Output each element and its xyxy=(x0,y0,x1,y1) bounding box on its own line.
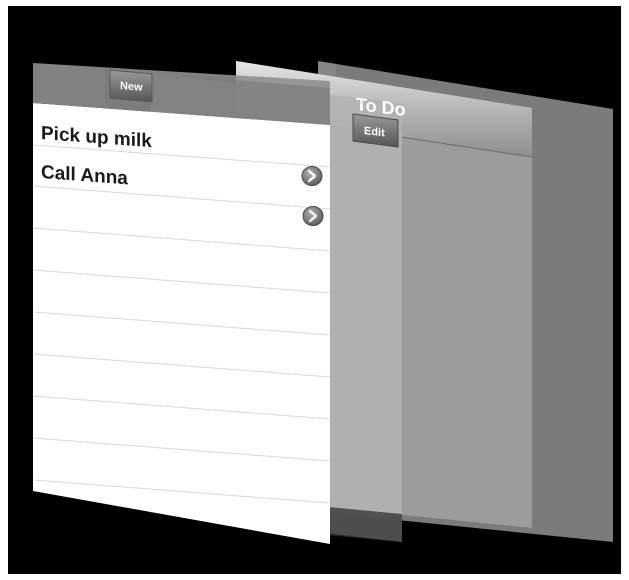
edit-button[interactable]: Edit xyxy=(352,113,399,148)
disclosure-arrow-icon[interactable] xyxy=(302,206,324,226)
list-item[interactable] xyxy=(302,206,324,226)
new-button[interactable]: New xyxy=(109,69,153,103)
layer-stack: Pick up milk Call Anna New To Do Edit xyxy=(32,61,613,544)
new-button-label: New xyxy=(120,80,143,94)
edit-button-label: Edit xyxy=(364,125,385,139)
disclosure-arrow-icon[interactable] xyxy=(301,166,323,186)
exploded-layer-view: Pick up milk Call Anna New To Do Edit xyxy=(8,6,621,574)
